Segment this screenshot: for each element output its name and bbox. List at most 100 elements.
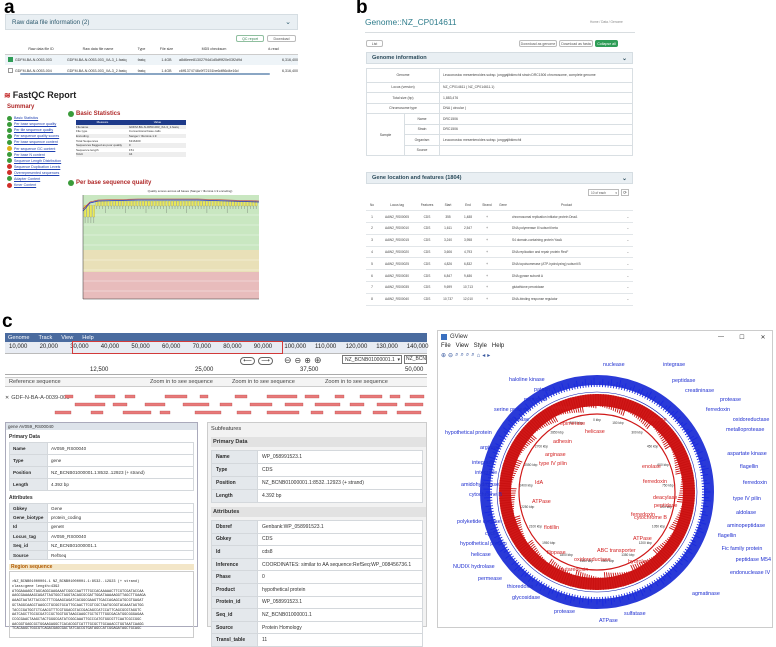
pan-right-icon[interactable]: ▸ <box>487 352 490 359</box>
zoom-fit-icon[interactable]: ⌕ <box>455 352 458 359</box>
table-row[interactable]: 2AAW2_RS00010CDS1,6112,547+DNA polymeras… <box>366 223 633 235</box>
zoom-in-small-icon[interactable]: ⊕ <box>304 356 311 365</box>
chevron-down-icon[interactable]: ⌄ <box>285 18 291 26</box>
minimize-icon[interactable]: — <box>712 334 730 340</box>
table-row[interactable]: 6AAW2_RS00030CDS6,8479,486+DNA gyrase su… <box>366 270 633 282</box>
zoom-in-icon[interactable]: ⊕ <box>314 355 322 366</box>
qc-report-button[interactable]: QC report <box>236 35 264 42</box>
table-row[interactable]: 5AAW2_RS00025CDS4,8266,832+DNA topoisome… <box>366 258 633 270</box>
gene-feature[interactable] <box>95 395 115 398</box>
gene-feature[interactable] <box>65 395 73 398</box>
overview-highlight[interactable] <box>72 341 283 354</box>
gene-feature[interactable] <box>377 403 397 406</box>
gene-feature[interactable] <box>235 395 247 398</box>
gene-feature[interactable] <box>410 395 424 398</box>
gene-feature[interactable] <box>350 403 364 406</box>
gene-feature[interactable] <box>195 411 221 414</box>
region-sequence-box[interactable]: >NZ_BCNB01000001.1 NZ_BCNB01000001.1:853… <box>9 571 194 638</box>
table-row[interactable]: 4AAW2_RS00020CDS3,6064,793+DNA replicati… <box>366 246 633 258</box>
chevron-down-icon[interactable]: ⌄ <box>623 211 633 223</box>
location-box[interactable]: NZ_BCNB <box>404 355 427 364</box>
table-scrollbar[interactable] <box>20 73 270 75</box>
gene-feature[interactable] <box>160 411 170 414</box>
fastqc-link-length-distribution[interactable]: Sequence Length Distribution <box>7 158 65 164</box>
gview-menu-view[interactable]: View <box>456 343 469 351</box>
gene-feature[interactable] <box>75 403 105 406</box>
gene-feature[interactable] <box>183 403 209 406</box>
pan-left-icon[interactable]: ⟵ <box>240 357 255 365</box>
gene-feature[interactable] <box>335 395 344 398</box>
chevron-down-icon[interactable]: ⌄ <box>623 223 633 235</box>
gene-feature[interactable] <box>55 411 71 414</box>
chevron-down-icon[interactable]: ⌄ <box>622 175 627 182</box>
page-size-select[interactable]: 10 of each▾ <box>588 189 619 196</box>
gene-feature[interactable] <box>165 395 187 398</box>
home-icon[interactable]: ⌂ <box>477 353 481 359</box>
gene-feature[interactable] <box>285 403 303 406</box>
gview-menu-help[interactable]: Help <box>492 343 504 351</box>
gene-feature[interactable] <box>220 403 232 406</box>
gene-feature[interactable] <box>267 395 297 398</box>
zoom-icon[interactable]: ⌕ <box>471 352 474 359</box>
chevron-down-icon[interactable]: ⌄ <box>623 246 633 258</box>
chevron-down-icon[interactable]: ⌄ <box>623 270 633 282</box>
chevron-down-icon[interactable]: ⌄ <box>623 234 633 246</box>
gene-feature[interactable] <box>315 403 340 406</box>
download-fasta-button[interactable]: Download as fasta <box>559 40 593 47</box>
contig-select[interactable]: NZ_BCNB01000001.1▾ <box>342 355 402 364</box>
gene-feature[interactable] <box>405 403 423 406</box>
gene-feature[interactable] <box>125 395 135 398</box>
gene-feature[interactable] <box>267 411 299 414</box>
menu-view[interactable]: View <box>61 335 73 341</box>
gene-feature[interactable] <box>237 411 251 414</box>
gview-menu-file[interactable]: File <box>441 343 451 351</box>
close-icon[interactable]: ✕ <box>754 334 772 341</box>
zoom-out-small-icon[interactable]: ⊖ <box>295 356 302 365</box>
gene-feature[interactable] <box>145 403 165 406</box>
chevron-down-icon[interactable]: ⌄ <box>623 282 633 294</box>
gene-feature[interactable] <box>397 411 421 414</box>
gene-feature[interactable] <box>123 411 151 414</box>
chevron-down-icon[interactable]: ⌄ <box>622 55 627 62</box>
fastqc-link-duplication[interactable]: Sequence Duplication Levels <box>7 164 65 170</box>
table-row[interactable]: 7AAW2_RS00035CDS9,69910,713+glutathione … <box>366 282 633 294</box>
gene-feature[interactable] <box>200 395 208 398</box>
table-row[interactable]: 1AAW2_RS00005CDS3551,488+chromosomal rep… <box>366 211 633 223</box>
chevron-down-icon[interactable]: ⌄ <box>623 293 633 305</box>
menu-help[interactable]: Help <box>82 335 94 341</box>
menu-track[interactable]: Track <box>38 335 52 341</box>
table-row[interactable]: 3AAW2_RS00015CDS3,2403,958+S4 domain-con… <box>366 234 633 246</box>
gene-feature[interactable] <box>311 411 323 414</box>
maximize-icon[interactable]: ☐ <box>733 334 751 341</box>
gene-feature[interactable] <box>360 395 382 398</box>
collapse-all-button[interactable]: Collapse all <box>595 40 618 47</box>
row-checkbox[interactable] <box>5 65 15 76</box>
fastqc-link-kmer[interactable]: Kmer Content <box>7 182 65 188</box>
gene-feature[interactable] <box>250 403 272 406</box>
pan-left-icon[interactable]: ◂ <box>482 352 485 359</box>
genome-info-header[interactable]: Genome information ⌄ <box>366 52 633 64</box>
refresh-icon[interactable]: ⟳ <box>621 189 629 196</box>
menu-genome[interactable]: Genome <box>8 335 29 341</box>
zoom-icon[interactable]: ⌕ <box>466 352 469 359</box>
pan-right-icon[interactable]: ⟶ <box>258 357 273 365</box>
gene-feature[interactable] <box>305 395 319 398</box>
chevron-down-icon[interactable]: ⌄ <box>623 258 633 270</box>
zoom-icon[interactable]: ⌕ <box>460 352 463 359</box>
gene-feature[interactable] <box>113 403 127 406</box>
gene-feature[interactable] <box>390 395 400 398</box>
gview-titlebar[interactable]: GView — ☐ ✕ <box>438 331 772 343</box>
raw-data-header[interactable]: Raw data file information (2) ⌄ <box>5 14 298 30</box>
gene-feature[interactable] <box>373 411 387 414</box>
list-button[interactable]: List <box>366 40 383 47</box>
dialog-titlebar[interactable]: gene AV059_RS00040 <box>6 423 197 430</box>
gene-feature[interactable] <box>335 411 361 414</box>
download-button[interactable]: Download <box>267 35 296 42</box>
row-checkbox[interactable] <box>5 54 15 65</box>
zoom-out-icon[interactable]: ⊖ <box>448 352 453 359</box>
zoom-out-icon[interactable]: ⊖ <box>284 355 292 366</box>
table-row[interactable]: 8AAW2_RS00040CDS10,73712,010+DNA-binding… <box>366 293 633 305</box>
zoom-in-icon[interactable]: ⊕ <box>441 352 446 359</box>
download-genome-button[interactable]: Download as genome <box>519 40 557 47</box>
gview-menu-style[interactable]: Style <box>474 343 487 351</box>
